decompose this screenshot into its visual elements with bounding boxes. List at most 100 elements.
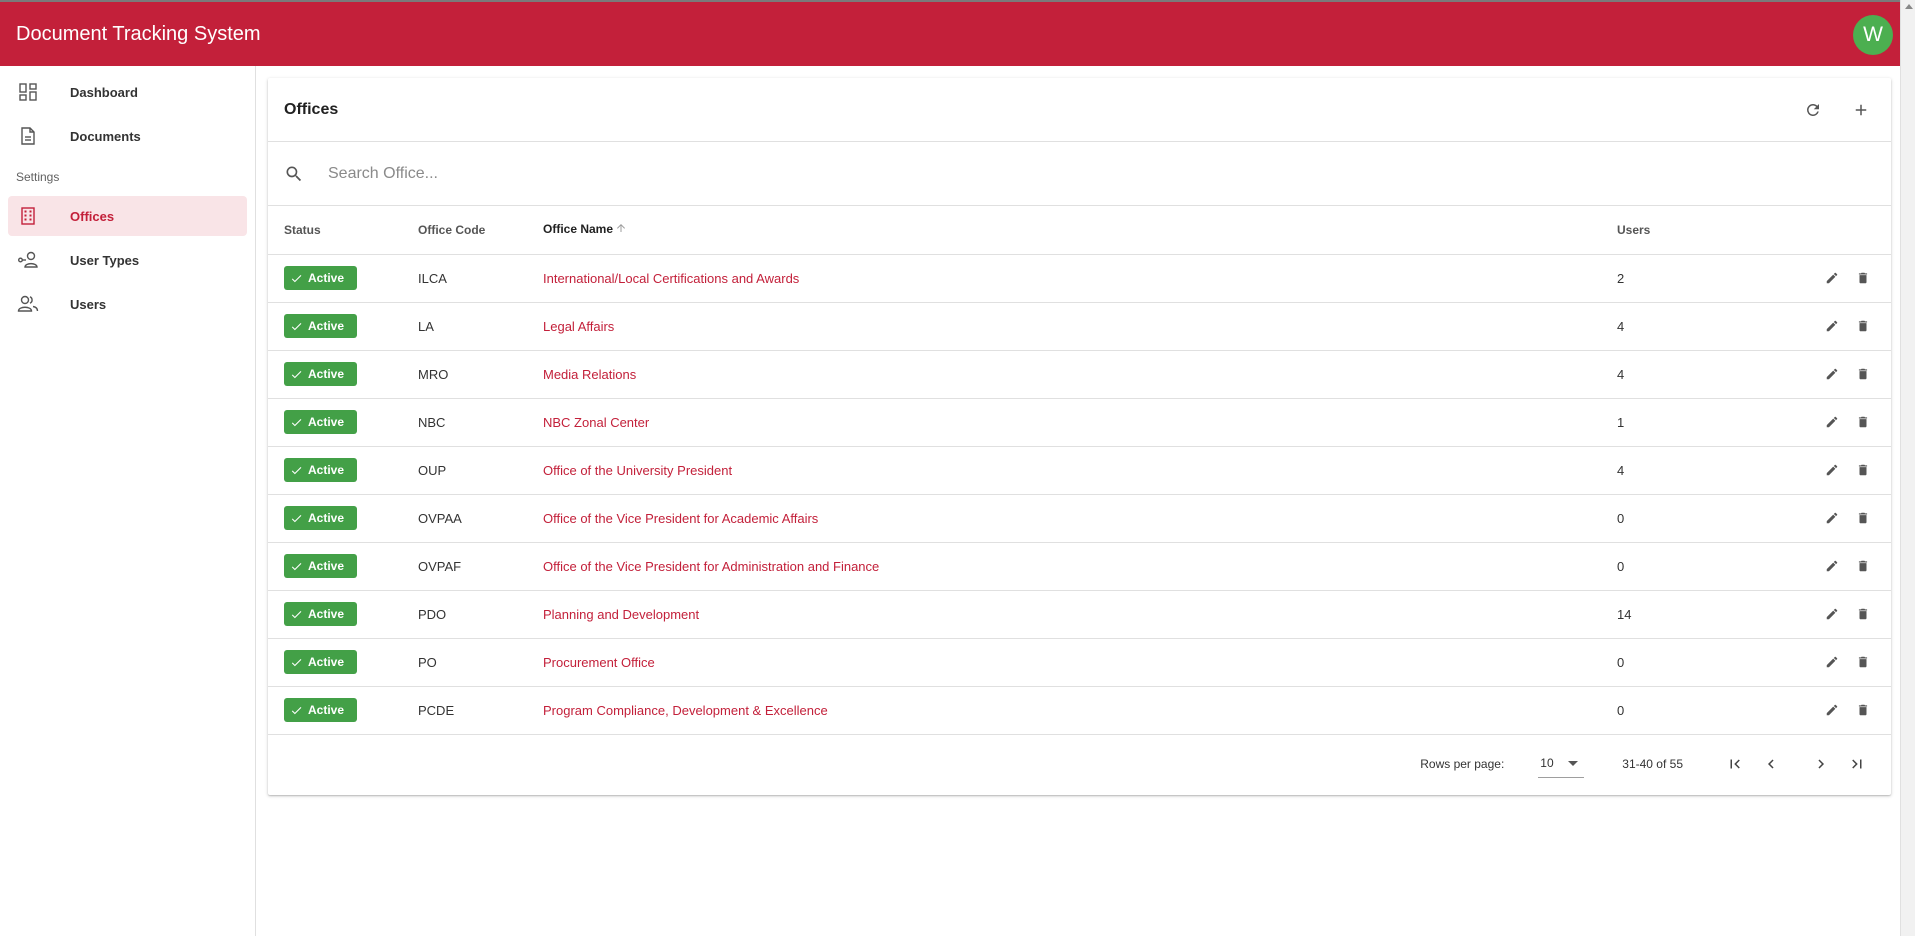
- pencil-icon: [1825, 319, 1839, 333]
- sidebar-item-offices[interactable]: Offices: [8, 196, 247, 236]
- office-name-link[interactable]: Office of the Vice President for Academi…: [543, 511, 818, 526]
- status-label: Active: [308, 511, 345, 525]
- delete-button[interactable]: [1851, 266, 1875, 290]
- table-row[interactable]: Active MRO Media Relations 4: [268, 350, 1891, 399]
- sidebar-item-dashboard[interactable]: Dashboard: [8, 72, 247, 112]
- status-badge: Active: [284, 506, 357, 530]
- delete-button[interactable]: [1851, 362, 1875, 386]
- user-count: 0: [1617, 542, 1771, 591]
- office-name-link[interactable]: Program Compliance, Development & Excell…: [543, 703, 828, 718]
- status-badge: Active: [284, 266, 357, 290]
- edit-button[interactable]: [1820, 698, 1844, 722]
- sidebar-item-documents[interactable]: Documents: [8, 116, 247, 156]
- refresh-button[interactable]: [1797, 94, 1829, 126]
- table-row[interactable]: Active OVPAF Office of the Vice President …: [268, 542, 1891, 591]
- office-name-link[interactable]: International/Local Certifications and A…: [543, 271, 799, 286]
- column-header-status[interactable]: Status: [268, 206, 418, 255]
- dashboard-icon: [16, 80, 40, 104]
- delete-button[interactable]: [1851, 506, 1875, 530]
- pagination: Rows per page: 10 31-40 of 55: [268, 735, 1891, 793]
- trash-icon: [1856, 415, 1870, 429]
- table-row[interactable]: Active OUP Office of the University Presid…: [268, 446, 1891, 495]
- table-row[interactable]: Active PDO Planning and Development 14: [268, 590, 1891, 639]
- trash-icon: [1856, 511, 1870, 525]
- status-badge: Active: [284, 698, 357, 722]
- edit-button[interactable]: [1820, 410, 1844, 434]
- row-actions: [1771, 638, 1891, 687]
- add-office-button[interactable]: [1845, 94, 1877, 126]
- scroll-up-arrow-icon[interactable]: [1905, 4, 1913, 9]
- column-header-office-name[interactable]: Office Name: [543, 206, 1617, 255]
- edit-button[interactable]: [1820, 506, 1844, 530]
- trash-icon: [1856, 271, 1870, 285]
- table-row[interactable]: Active PO Procurement Office 0: [268, 638, 1891, 687]
- delete-button[interactable]: [1851, 314, 1875, 338]
- office-name-cell: Planning and Development: [543, 590, 1617, 639]
- table-row[interactable]: Active OVPAA Office of the Vice President …: [268, 494, 1891, 543]
- status-cell: Active: [268, 590, 418, 639]
- next-page-button[interactable]: [1803, 746, 1839, 782]
- sidebar-item-user-types[interactable]: User Types: [8, 240, 247, 280]
- page-scrollbar[interactable]: [1900, 0, 1915, 936]
- edit-button[interactable]: [1820, 458, 1844, 482]
- status-cell: Active: [268, 398, 418, 447]
- building-icon: [16, 204, 40, 228]
- column-header-users[interactable]: Users: [1617, 206, 1771, 255]
- sidebar: Dashboard Documents Settings Offices Use…: [0, 66, 256, 936]
- pencil-icon: [1825, 655, 1839, 669]
- edit-button[interactable]: [1820, 554, 1844, 578]
- status-cell: Active: [268, 350, 418, 399]
- delete-button[interactable]: [1851, 602, 1875, 626]
- status-badge: Active: [284, 410, 357, 434]
- user-count: 4: [1617, 302, 1771, 351]
- delete-button[interactable]: [1851, 410, 1875, 434]
- status-cell: Active: [268, 638, 418, 687]
- edit-button[interactable]: [1820, 650, 1844, 674]
- row-actions: [1771, 254, 1891, 303]
- office-name-link[interactable]: Office of the Vice President for Adminis…: [543, 559, 879, 574]
- status-label: Active: [308, 415, 345, 429]
- delete-button[interactable]: [1851, 554, 1875, 578]
- column-header-office-code[interactable]: Office Code: [418, 206, 543, 255]
- table-row[interactable]: Active PCDE Program Compliance, Developmen…: [268, 686, 1891, 735]
- pencil-icon: [1825, 463, 1839, 477]
- table-row[interactable]: Active NBC NBC Zonal Center 1: [268, 398, 1891, 447]
- delete-button[interactable]: [1851, 650, 1875, 674]
- last-page-icon: [1848, 755, 1866, 773]
- office-name-link[interactable]: Legal Affairs: [543, 319, 614, 334]
- table-row[interactable]: Active LA Legal Affairs 4: [268, 302, 1891, 351]
- edit-button[interactable]: [1820, 362, 1844, 386]
- document-icon: [16, 124, 40, 148]
- edit-button[interactable]: [1820, 314, 1844, 338]
- row-actions: [1771, 350, 1891, 399]
- sort-ascending-icon: [615, 222, 627, 237]
- search-icon: [284, 164, 304, 184]
- pencil-icon: [1825, 271, 1839, 285]
- edit-button[interactable]: [1820, 602, 1844, 626]
- avatar[interactable]: W: [1853, 15, 1893, 55]
- previous-page-button[interactable]: [1753, 746, 1789, 782]
- rows-per-page-select[interactable]: 10: [1538, 750, 1585, 778]
- office-name-link[interactable]: Office of the University President: [543, 463, 732, 478]
- user-count: 0: [1617, 638, 1771, 687]
- row-actions: [1771, 590, 1891, 639]
- sidebar-item-users[interactable]: Users: [8, 284, 247, 324]
- page-range: 31-40 of 55: [1622, 756, 1683, 771]
- column-header-label: Office Name: [543, 222, 614, 237]
- user-count: 1: [1617, 398, 1771, 447]
- edit-button[interactable]: [1820, 266, 1844, 290]
- office-name-link[interactable]: NBC Zonal Center: [543, 415, 649, 430]
- trash-icon: [1856, 607, 1870, 621]
- user-types-icon: [16, 248, 40, 272]
- first-page-button[interactable]: [1717, 746, 1753, 782]
- office-name-link[interactable]: Media Relations: [543, 367, 636, 382]
- last-page-button[interactable]: [1839, 746, 1875, 782]
- table-row[interactable]: Active ILCA International/Local Certificat…: [268, 254, 1891, 303]
- office-name-link[interactable]: Planning and Development: [543, 607, 699, 622]
- delete-button[interactable]: [1851, 698, 1875, 722]
- office-name-cell: Procurement Office: [543, 638, 1617, 687]
- delete-button[interactable]: [1851, 458, 1875, 482]
- search-input[interactable]: [328, 164, 1728, 183]
- office-name-link[interactable]: Procurement Office: [543, 655, 655, 670]
- pencil-icon: [1825, 367, 1839, 381]
